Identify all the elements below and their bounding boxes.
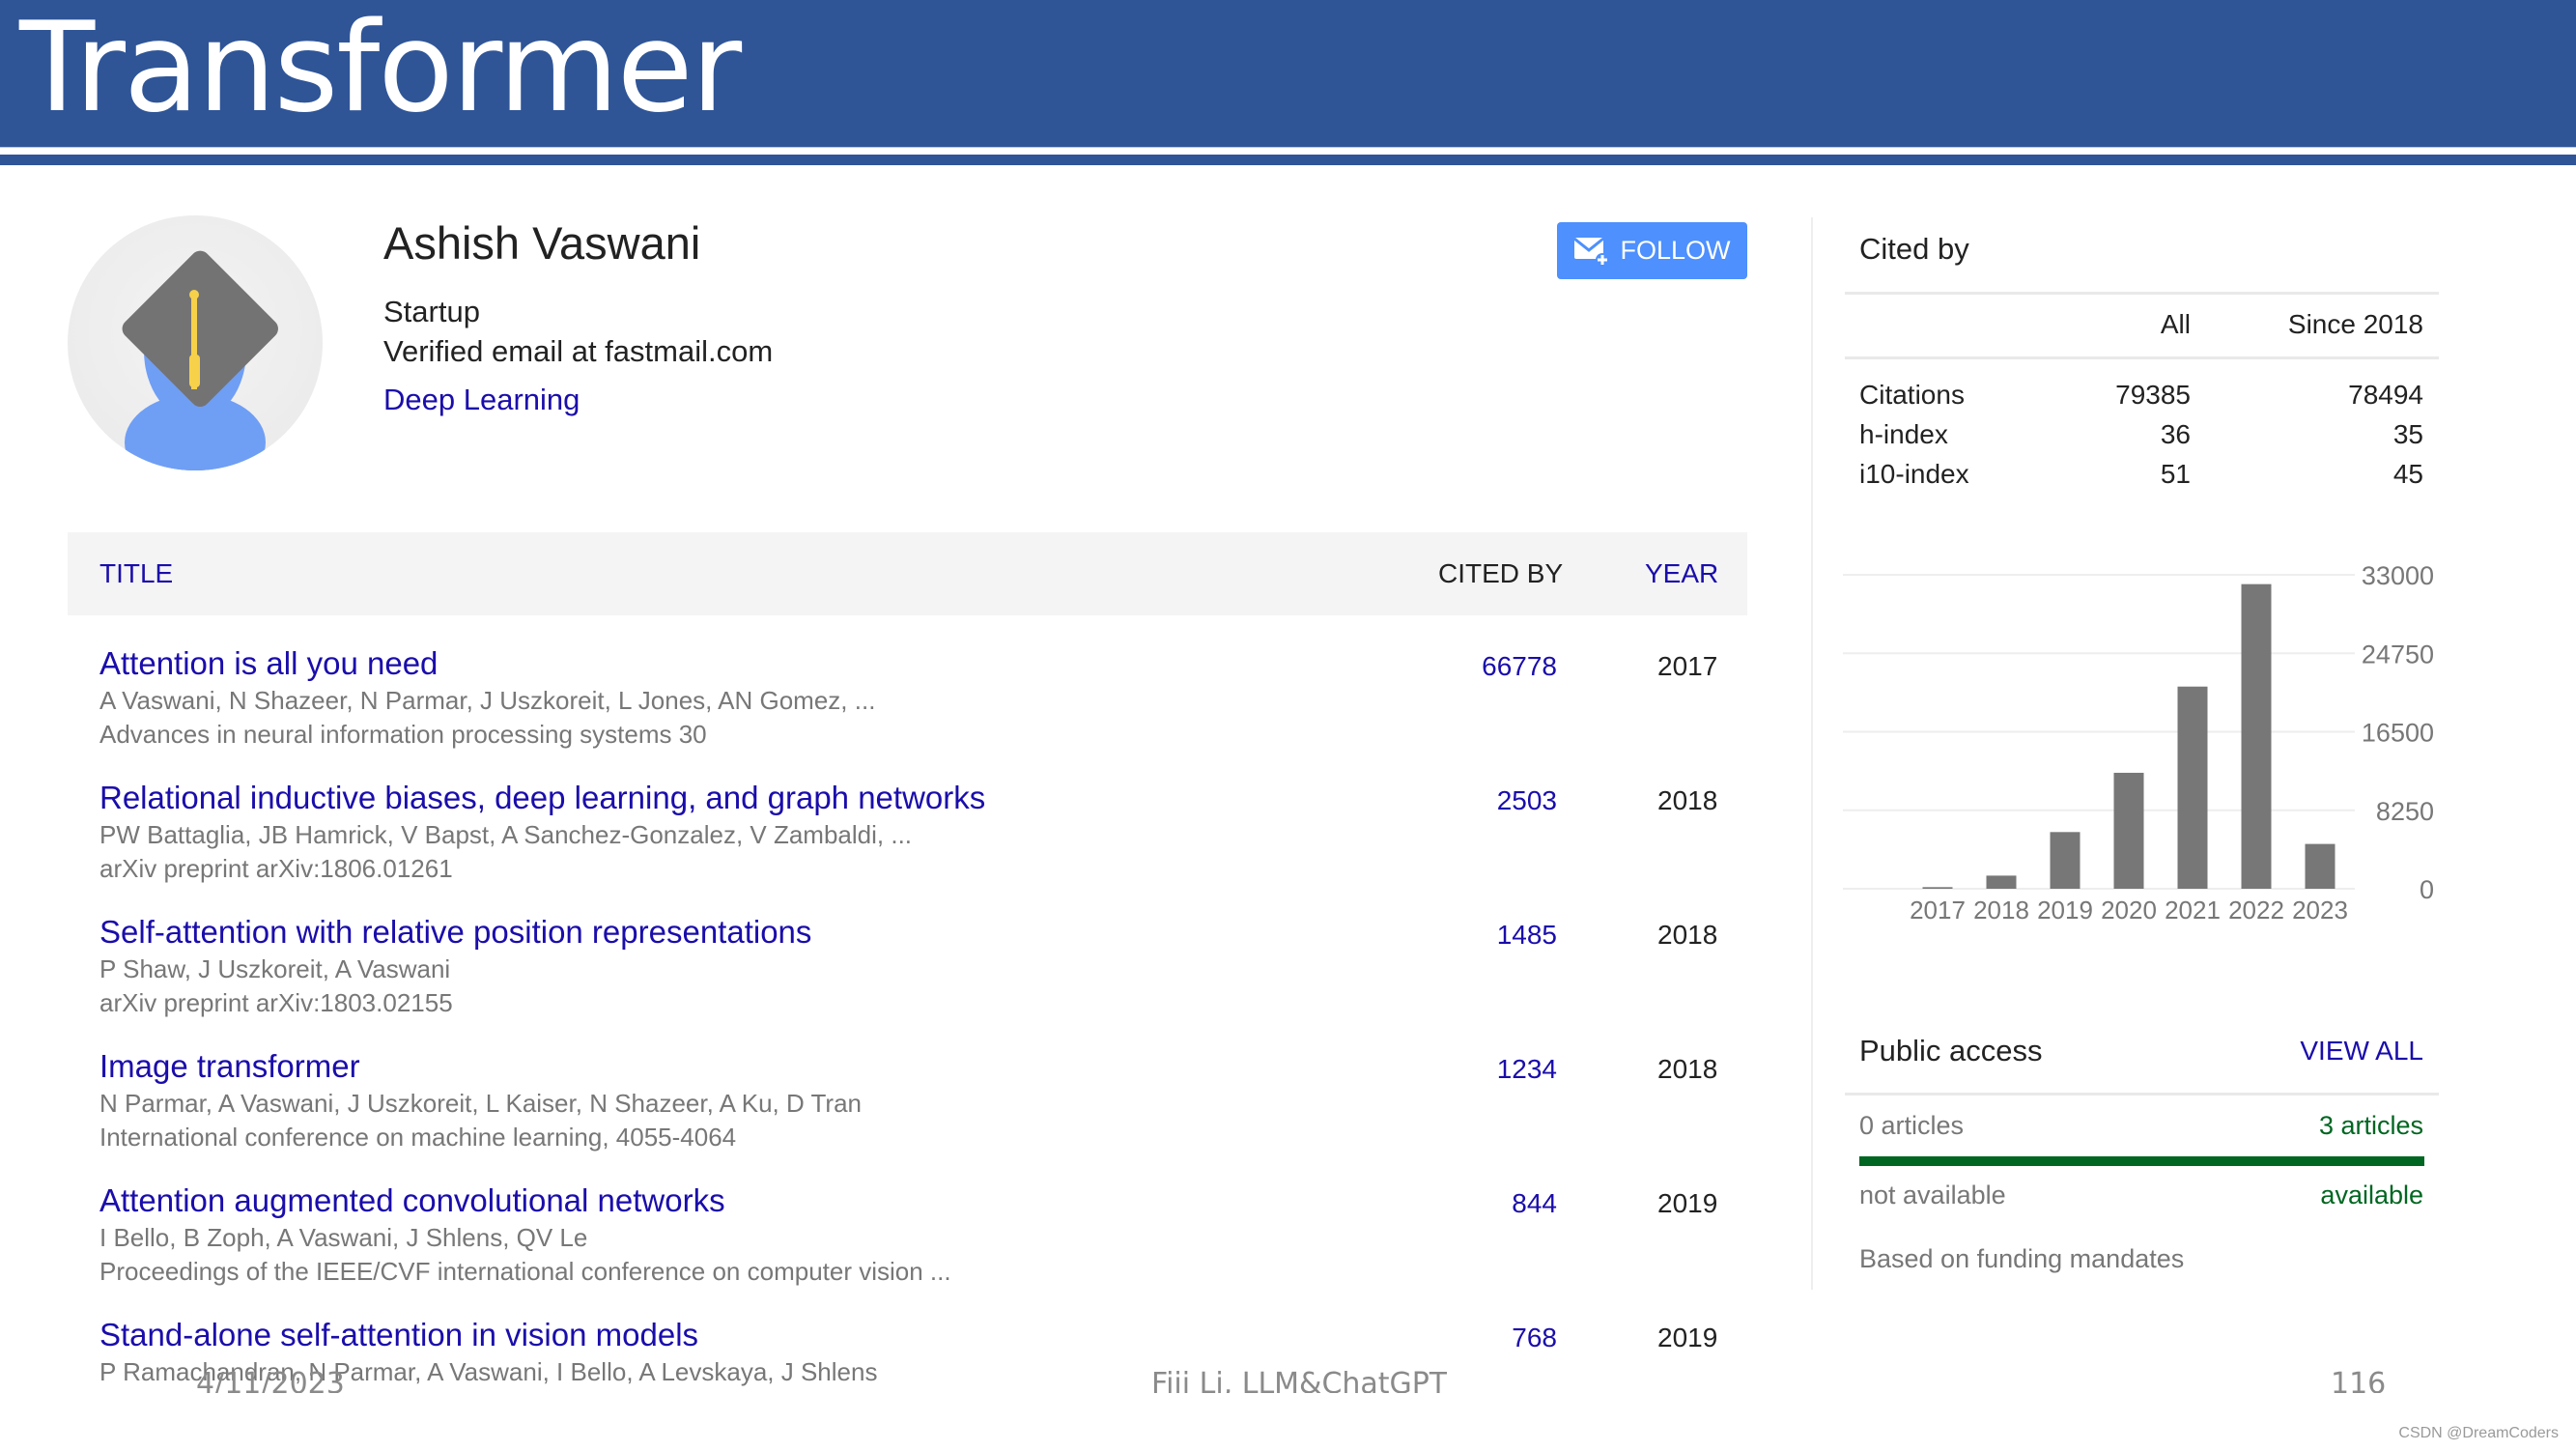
bar-2017[interactable]	[1922, 887, 1953, 889]
footer-date: 4/11/2023	[196, 1370, 345, 1393]
publications-table-header: TITLE CITED BY YEAR	[68, 532, 1747, 615]
scholar-avatar-icon	[122, 250, 278, 470]
not-available-label: not available	[1859, 1181, 2006, 1209]
publication-year: 2019	[1657, 1188, 1718, 1218]
x-tick-label: 2020	[2101, 896, 2157, 925]
table-row: Attention is all you need A Vaswani, N S…	[68, 645, 1747, 780]
publication-title-link[interactable]: Self-attention with relative position re…	[99, 914, 811, 951]
available-count[interactable]: 3 articles	[2319, 1111, 2423, 1141]
publication-year: 2018	[1657, 785, 1718, 815]
footer-author: Fiji Li, LLM&ChatGPT	[1151, 1370, 1448, 1393]
publication-venue: Proceedings of the IEEE/CVF internationa…	[99, 1257, 951, 1286]
x-tick-label: 2019	[2037, 896, 2093, 925]
slide-header: Transformer	[0, 0, 2576, 147]
cited-by-link[interactable]: 844	[1512, 1188, 1557, 1219]
cited-by-link[interactable]: 768	[1512, 1323, 1557, 1353]
cited-by-link[interactable]: 1234	[1497, 1054, 1557, 1085]
avatar	[68, 215, 323, 470]
cited-by-link[interactable]: 1485	[1497, 920, 1557, 951]
view-all-link[interactable]: VIEW ALL	[2300, 1036, 2423, 1067]
research-interest-link[interactable]: Deep Learning	[383, 383, 580, 417]
publication-venue: arXiv preprint arXiv:1806.01261	[99, 854, 453, 883]
publication-title-link[interactable]: Relational inductive biases, deep learni…	[99, 780, 985, 816]
cited-by-link[interactable]: 66778	[1482, 651, 1557, 682]
stats-column-all: All	[2160, 309, 2191, 339]
envelope-plus-icon	[1573, 237, 1610, 267]
y-tick-label: 33000	[2362, 561, 2434, 590]
x-tick-label: 2023	[2292, 896, 2348, 925]
stat-label-citations: Citations	[1859, 380, 1965, 410]
x-tick-label: 2022	[2228, 896, 2284, 925]
table-row: Attention augmented convolutional networ…	[68, 1182, 1747, 1317]
public-access-bar-fill	[1859, 1156, 2424, 1166]
publication-venue: International conference on machine lear…	[99, 1123, 737, 1152]
header-divider-blue	[0, 155, 2576, 165]
publication-authors: PW Battaglia, JB Hamrick, V Bapst, A San…	[99, 820, 913, 849]
table-row: Image transformer N Parmar, A Vaswani, J…	[68, 1048, 1747, 1182]
cited-by-link[interactable]: 2503	[1497, 785, 1557, 816]
stat-label-i10-index: i10-index	[1859, 459, 1969, 489]
y-tick-label: 16500	[2362, 719, 2434, 748]
publication-year: 2019	[1657, 1323, 1718, 1352]
y-tick-label: 24750	[2362, 640, 2434, 669]
publication-authors: I Bello, B Zoph, A Vaswani, J Shlens, QV…	[99, 1223, 588, 1252]
sort-by-title[interactable]: TITLE	[99, 558, 173, 589]
profile-name: Ashish Vaswani	[383, 217, 701, 269]
stat-citations-all: 79385	[2115, 380, 2191, 410]
panel-divider	[1811, 217, 1813, 1290]
sort-by-cited[interactable]: CITED BY	[1438, 558, 1563, 589]
slide-title: Transformer	[19, 0, 742, 140]
publication-title-link[interactable]: Stand-alone self-attention in vision mod…	[99, 1317, 698, 1353]
public-access-bar	[1859, 1156, 2424, 1166]
publication-venue: arXiv preprint arXiv:1803.02155	[99, 988, 453, 1017]
publication-authors: A Vaswani, N Shazeer, N Parmar, J Uszkor…	[99, 686, 876, 715]
publication-title-link[interactable]: Attention is all you need	[99, 645, 438, 682]
x-tick-label: 2021	[2165, 896, 2221, 925]
profile-email: Verified email at fastmail.com	[383, 334, 774, 368]
stat-citations-since: 78494	[2348, 380, 2423, 410]
x-tick-label: 2017	[1910, 896, 1966, 925]
publication-year: 2017	[1657, 651, 1718, 681]
publication-title-link[interactable]: Image transformer	[99, 1048, 360, 1085]
funding-mandates-note: Based on funding mandates	[1859, 1244, 2185, 1273]
citations-bar-chart: 0 8250 16500 24750 33000 2017 2018 2019 2020 2021…	[1843, 561, 2434, 925]
bar-2022[interactable]	[2241, 583, 2272, 889]
sort-by-year[interactable]: YEAR	[1645, 558, 1718, 589]
publication-year: 2018	[1657, 920, 1718, 950]
y-tick-label: 0	[2420, 875, 2434, 904]
public-access-title: Public access	[1859, 1034, 2043, 1067]
stat-h-index-all: 36	[2160, 419, 2191, 449]
y-tick-label: 8250	[2376, 797, 2434, 826]
citations-chart: 0 8250 16500 24750 33000 2017 2018 2019 2020 2021…	[1843, 551, 2442, 927]
publication-title-link[interactable]: Attention augmented convolutional networ…	[99, 1182, 725, 1219]
public-access-divider	[1845, 1093, 2439, 1095]
table-row: Self-attention with relative position re…	[68, 914, 1747, 1048]
cited-by-title: Cited by	[1859, 232, 1969, 266]
stat-i10-index-since: 45	[2392, 459, 2423, 489]
publication-year: 2018	[1657, 1054, 1718, 1084]
bar-2023[interactable]	[2305, 843, 2335, 889]
publication-authors: P Shaw, J Uszkoreit, A Vaswani	[99, 954, 451, 983]
available-label: available	[2320, 1181, 2423, 1209]
stats-divider	[1845, 356, 2439, 359]
stat-h-index-since: 35	[2392, 419, 2423, 449]
profile-affiliation: Startup	[383, 295, 480, 328]
follow-label: FOLLOW	[1620, 236, 1731, 265]
stats-divider	[1845, 292, 2439, 295]
footer-page-number: 116	[2331, 1370, 2387, 1393]
not-available-count[interactable]: 0 articles	[1859, 1111, 1964, 1141]
bar-2018[interactable]	[1986, 875, 2017, 889]
publication-authors: N Parmar, A Vaswani, J Uszkoreit, L Kais…	[99, 1089, 863, 1118]
bar-2019[interactable]	[2050, 832, 2081, 889]
follow-button[interactable]: FOLLOW	[1557, 222, 1747, 279]
watermark: CSDN @DreamCoders	[2398, 1425, 2559, 1441]
bar-2021[interactable]	[2177, 686, 2208, 889]
table-row: Relational inductive biases, deep learni…	[68, 780, 1747, 914]
stats-column-since: Since 2018	[2287, 309, 2423, 339]
stat-i10-index-all: 51	[2160, 459, 2191, 489]
x-tick-label: 2018	[1973, 896, 2029, 925]
stat-label-h-index: h-index	[1859, 419, 1948, 449]
publication-venue: Advances in neural information processin…	[99, 720, 707, 749]
bar-2020[interactable]	[2113, 772, 2144, 889]
